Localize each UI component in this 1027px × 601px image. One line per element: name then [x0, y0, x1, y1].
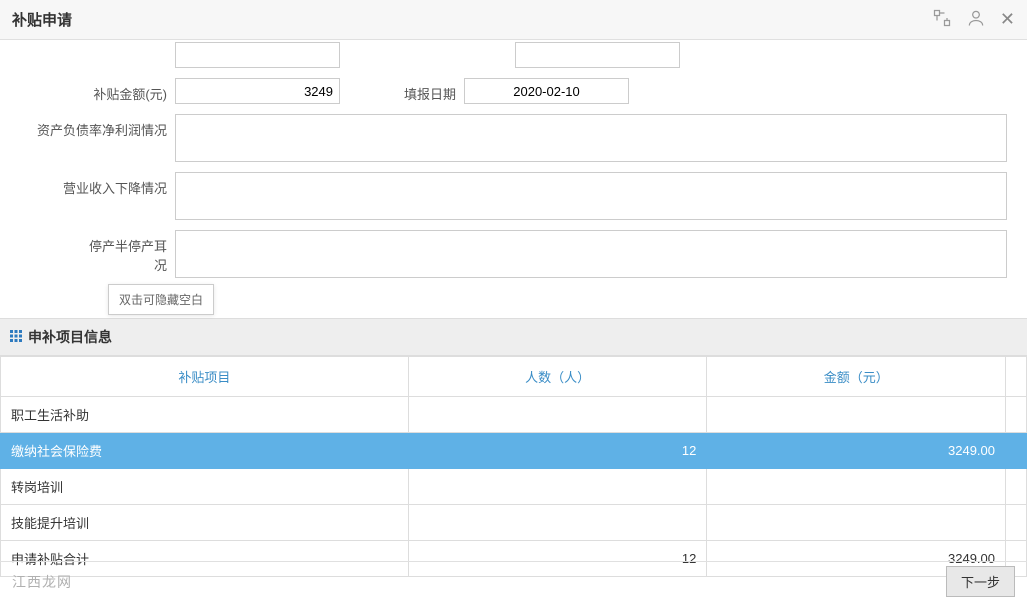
amount-input[interactable]: [175, 78, 340, 104]
section-header: 申补项目信息: [0, 318, 1027, 356]
footer: 江西龙网 下一步: [0, 561, 1027, 601]
grid-icon: [10, 330, 22, 345]
cell-amount: [707, 397, 1006, 433]
cell-item: 转岗培训: [1, 469, 409, 505]
cell-spacer: [1006, 469, 1027, 505]
cell-spacer: [1006, 397, 1027, 433]
shutdown-textarea[interactable]: [175, 230, 1007, 278]
cell-item: 技能提升培训: [1, 505, 409, 541]
header-actions: ✕: [932, 8, 1015, 31]
cell-item: 缴纳社会保险费: [1, 433, 409, 469]
cell-count: [408, 469, 707, 505]
section-title: 申补项目信息: [28, 327, 112, 347]
form-row-shutdown: 停产半停产耳 况: [10, 230, 1017, 278]
close-icon[interactable]: ✕: [1000, 9, 1015, 30]
form-row-assets: 资产负债率净利润情况: [10, 114, 1017, 162]
bank-account-input[interactable]: [515, 42, 680, 68]
th-spacer: [1006, 357, 1027, 397]
cell-amount: [707, 505, 1006, 541]
form-area: 补贴金额(元) 填报日期 资产负债率净利润情况 营业收入下降情况 停产半停产耳 …: [0, 42, 1027, 298]
assets-textarea[interactable]: [175, 114, 1007, 162]
table-row[interactable]: 职工生活补助: [1, 397, 1027, 433]
date-input[interactable]: [464, 78, 629, 104]
shutdown-label: 停产半停产耳 况: [10, 230, 175, 274]
bank-name-input[interactable]: [175, 42, 340, 68]
revenue-label: 营业收入下降情况: [10, 172, 175, 197]
watermark: 江西龙网: [12, 572, 72, 592]
content-scroll[interactable]: 补贴金额(元) 填报日期 资产负债率净利润情况 营业收入下降情况 停产半停产耳 …: [0, 40, 1027, 581]
cell-spacer: [1006, 505, 1027, 541]
table-row[interactable]: 缴纳社会保险费123249.00: [1, 433, 1027, 469]
table-row[interactable]: 转岗培训: [1, 469, 1027, 505]
cell-amount: [707, 469, 1006, 505]
window-header: 补贴申请 ✕: [0, 0, 1027, 40]
subsidy-table: 补贴项目 人数（人） 金额（元） 职工生活补助缴纳社会保险费123249.00转…: [0, 356, 1027, 577]
th-count: 人数（人）: [408, 357, 707, 397]
tooltip-hide-blank: 双击可隐藏空白: [108, 284, 214, 315]
form-row-top-cut: [10, 42, 1017, 68]
cell-item: 职工生活补助: [1, 397, 409, 433]
th-amount: 金额（元）: [707, 357, 1006, 397]
form-row-revenue: 营业收入下降情况: [10, 172, 1017, 220]
next-button[interactable]: 下一步: [946, 566, 1015, 597]
workflow-icon[interactable]: [932, 8, 952, 31]
revenue-textarea[interactable]: [175, 172, 1007, 220]
assets-label: 资产负债率净利润情况: [10, 114, 175, 139]
table-row[interactable]: 技能提升培训: [1, 505, 1027, 541]
user-icon[interactable]: [966, 8, 986, 31]
cell-spacer: [1006, 433, 1027, 469]
table-header-row: 补贴项目 人数（人） 金额（元）: [1, 357, 1027, 397]
cell-count: [408, 505, 707, 541]
cell-count: 12: [408, 433, 707, 469]
amount-label: 补贴金额(元): [10, 78, 175, 103]
cell-amount: 3249.00: [707, 433, 1006, 469]
cell-count: [408, 397, 707, 433]
window-title: 补贴申请: [12, 9, 72, 30]
form-row-amount: 补贴金额(元) 填报日期: [10, 78, 1017, 104]
th-item: 补贴项目: [1, 357, 409, 397]
date-label: 填报日期: [340, 78, 464, 103]
